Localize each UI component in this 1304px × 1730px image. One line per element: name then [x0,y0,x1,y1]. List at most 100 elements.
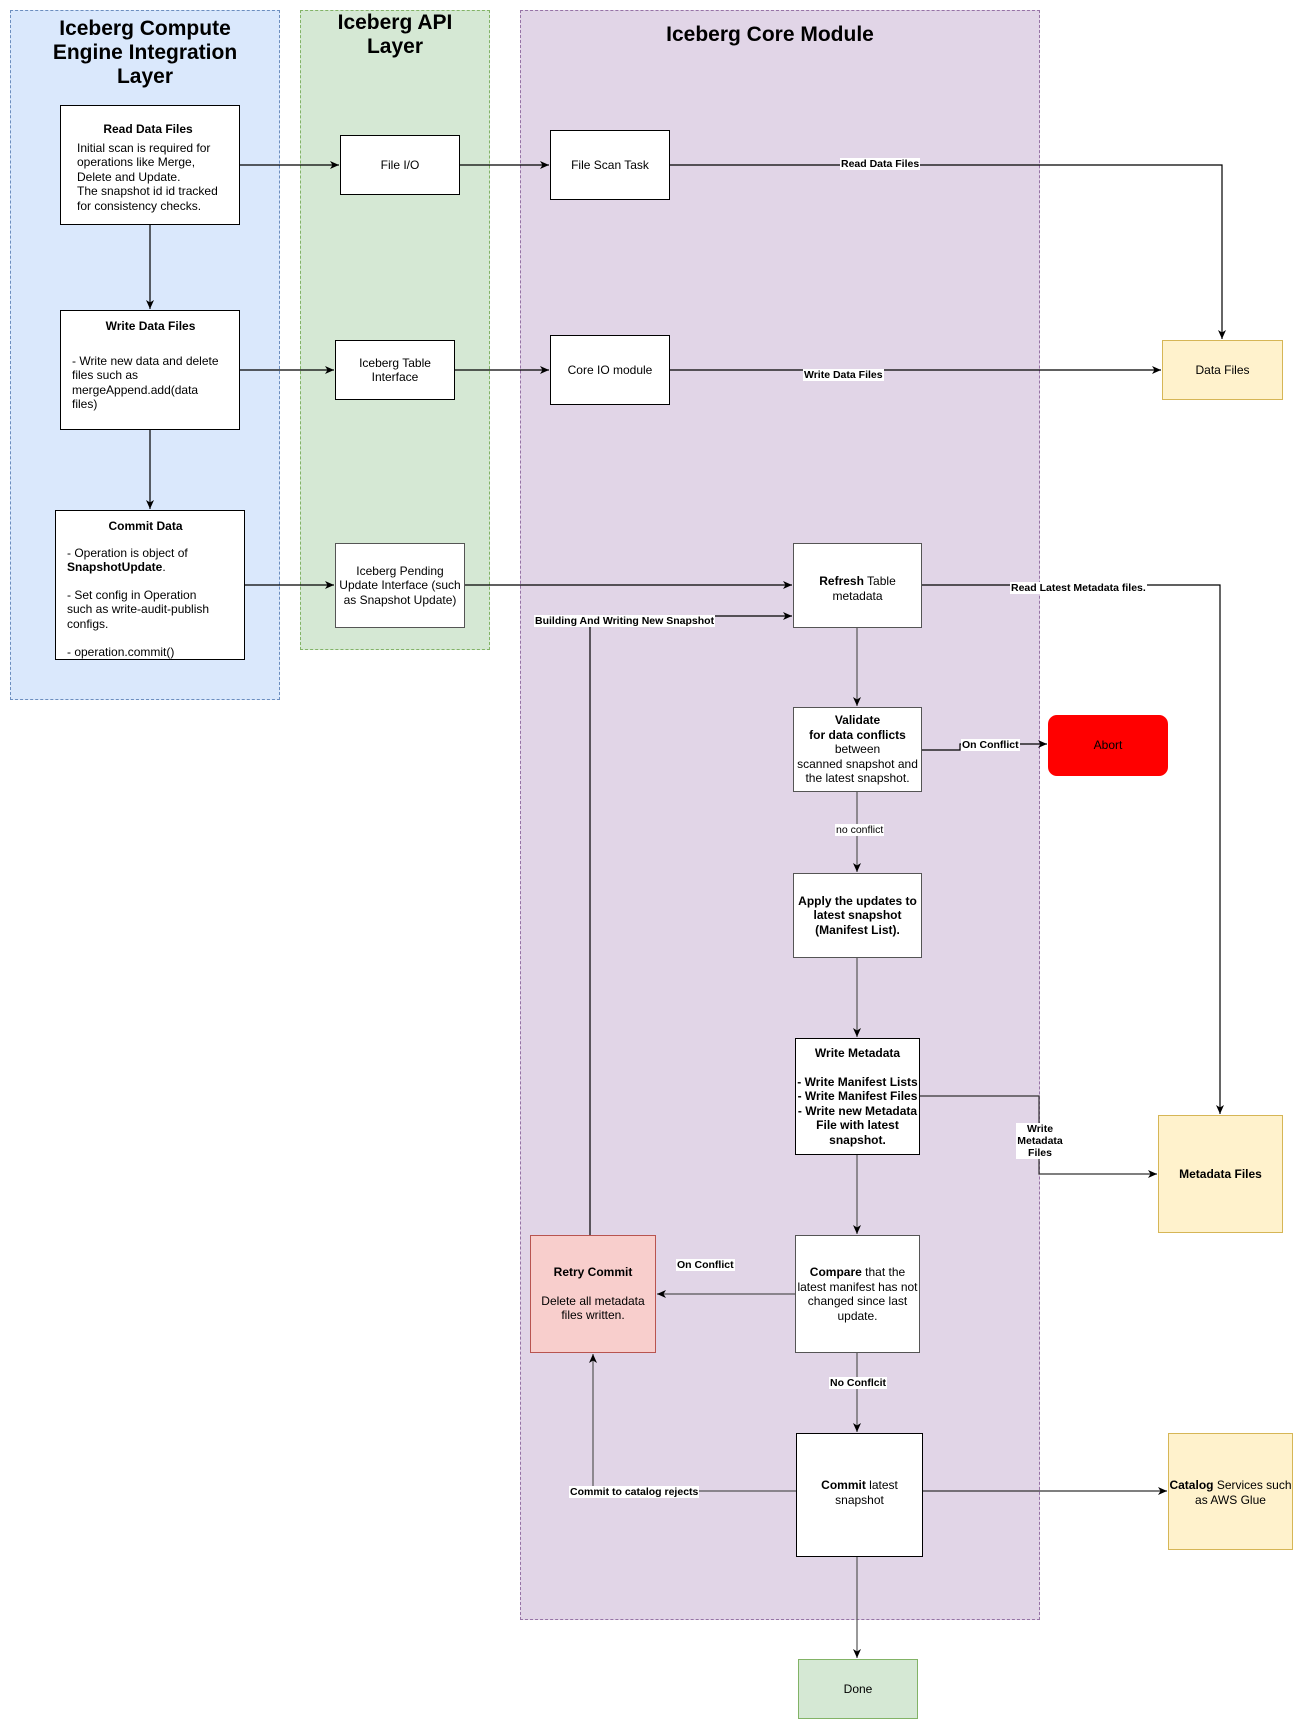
edge-label-on-conflict-abort: On Conflict [961,739,1020,751]
apply-line2: latest snapshot [813,908,902,923]
node-refresh-metadata[interactable]: Refresh Table metadata [793,543,922,628]
write-data-files-line: mergeAppend.add(data [72,382,199,397]
node-write-metadata[interactable]: Write Metadata - Write Manifest Lists - … [795,1038,920,1155]
edge-refresh-to-metadata [922,584,1224,1114]
node-apply-updates[interactable]: Apply the updates to latest snapshot (Ma… [793,873,922,958]
commit-latest-rest: latest [865,1478,898,1492]
retry-commit-line1: Delete all metadata [541,1293,645,1308]
commit-data-config-line: configs. [67,616,109,631]
node-commit-data[interactable]: Commit Data - Operation is object of Sna… [55,510,245,660]
edge-retry-to-refresh [589,612,792,1235]
table-interface-line1: Iceberg Table [359,355,431,370]
read-data-files-line: operations like Merge, [77,155,196,169]
compare-line4: update. [837,1308,878,1323]
retry-commit-title: Retry Commit [553,1265,633,1279]
catalog-line1: Catalog Services such [1169,1478,1291,1493]
done-label: Done [843,1681,873,1696]
compare-rest: that the [861,1265,906,1279]
compare-line3: changed since last [807,1294,908,1308]
data-files-label: Data Files [1195,362,1250,377]
apply-line3: (Manifest List). [815,922,900,937]
catalog-rest: Services such [1213,1478,1292,1492]
validate-line3: between [834,742,881,757]
write-metadata-line: - Write new Metadata [797,1103,918,1118]
validate-line1: Validate [834,713,881,728]
pending-update-line2: Update Interface (such [339,578,461,593]
node-data-files[interactable]: Data Files [1162,340,1283,400]
compare-line2: latest manifest has not [797,1279,918,1294]
node-abort[interactable]: Abort [1048,715,1168,776]
metadata-files-label: Metadata Files [1179,1166,1262,1181]
write-metadata-line: - Write Manifest Files [797,1089,918,1103]
node-file-io[interactable]: File I/O [340,135,460,195]
edge-label-catalog-rejects: Commit to catalog rejects [569,1486,700,1498]
commit-latest-line2: snapshot [835,1492,884,1507]
pending-update-line3: as Snapshot Update) [343,592,457,607]
pending-update-line1: Iceberg Pending [356,563,444,578]
refresh-rest: Table [863,574,896,588]
write-data-files-line: - Write new data and delete [72,353,219,368]
file-scan-task-label: File Scan Task [571,157,649,172]
commit-data-op-line: - Operation is object of [67,545,188,560]
node-validate[interactable]: Validate for data conflicts between scan… [793,707,922,792]
edge-label-read-data-files: Read Data Files [840,158,921,170]
edge-label-on-conflict-retry: On Conflict [676,1259,735,1271]
node-core-io[interactable]: Core IO module [550,335,670,405]
commit-data-config-line: such as write-audit-publish [67,602,210,617]
edge-label-building-snapshot: Building And Writing New Snapshot [534,615,716,627]
compare-bold: Compare [809,1265,862,1279]
apply-line1: Apply the updates to [798,893,917,908]
node-write-data-files[interactable]: Write Data Files - Write new data and de… [60,310,240,430]
commit-data-config-line: - Set config in Operation [67,587,197,602]
abort-label: Abort [1093,738,1123,753]
edge-label-no-conflict-commit: No Conflcit [829,1377,887,1389]
write-metadata-line: File with latest [816,1118,899,1132]
commit-data-op-class: SnapshotUpdate [67,560,163,574]
write-data-files-line: files such as [72,368,139,382]
read-data-files-line: Initial scan is required for [77,140,211,155]
write-metadata-title: Write Metadata [814,1046,901,1060]
node-metadata-files[interactable]: Metadata Files [1158,1115,1283,1233]
catalog-line2: as AWS Glue [1195,1492,1266,1507]
node-commit-latest[interactable]: Commit latest snapshot [796,1433,923,1557]
write-metadata-line: snapshot. [829,1132,886,1147]
node-retry-commit[interactable]: Retry Commit Delete all metadata files w… [530,1235,656,1353]
edge-scan-to-datafiles [670,164,1226,339]
refresh-bold: Refresh [819,574,864,588]
node-catalog[interactable]: Catalog Services such as AWS Glue [1168,1433,1293,1550]
node-done[interactable]: Done [798,1659,918,1719]
core-io-label: Core IO module [567,362,653,377]
table-interface-line2: Interface [371,370,419,384]
read-data-files-line: Delete and Update. [77,169,181,184]
read-data-files-line: for consistency checks. [77,198,202,213]
read-data-files-title: Read Data Files [103,122,193,136]
node-table-interface[interactable]: Iceberg Table Interface [335,340,455,400]
edge-label-write-metadata-files: Write Metadata Files [1016,1123,1064,1159]
read-data-files-line: The snapshot id id tracked [77,184,218,198]
edge-label-no-conflict: no conflict [835,824,885,836]
write-data-files-title: Write Data Files [105,319,196,333]
retry-commit-line2: files written. [561,1308,625,1322]
compare-line1: Compare that the [810,1265,905,1280]
node-compare[interactable]: Compare that the latest manifest has not… [795,1235,920,1353]
file-io-label: File I/O [380,157,420,172]
validate-line4: scanned snapshot and [797,756,918,771]
commit-latest-line1: Commit latest [821,1478,898,1493]
validate-line2: for data conflicts [809,727,906,742]
commit-latest-bold: Commit [821,1478,866,1492]
edge-commit-to-retry [589,1354,796,1492]
edge-label-read-latest-metadata: Read Latest Metadata files. [1010,582,1147,594]
write-metadata-line: - Write Manifest Lists [797,1074,918,1089]
node-read-data-files[interactable]: Read Data Files Initial scan is required… [60,105,240,225]
commit-data-op-suffix: . [162,560,166,574]
commit-data-call-line: - operation.commit() [67,644,175,659]
edges-layer [146,161,1226,1658]
commit-data-op-class-line: SnapshotUpdate. [67,560,166,575]
node-file-scan-task[interactable]: File Scan Task [550,130,670,200]
commit-data-title: Commit Data [108,519,183,533]
node-pending-update[interactable]: Iceberg Pending Update Interface (such a… [335,543,465,628]
refresh-line1: Refresh Table [819,574,896,589]
refresh-line2: metadata [832,588,883,603]
write-data-files-line: files) [72,397,98,411]
validate-line5: the latest snapshot. [805,771,910,786]
